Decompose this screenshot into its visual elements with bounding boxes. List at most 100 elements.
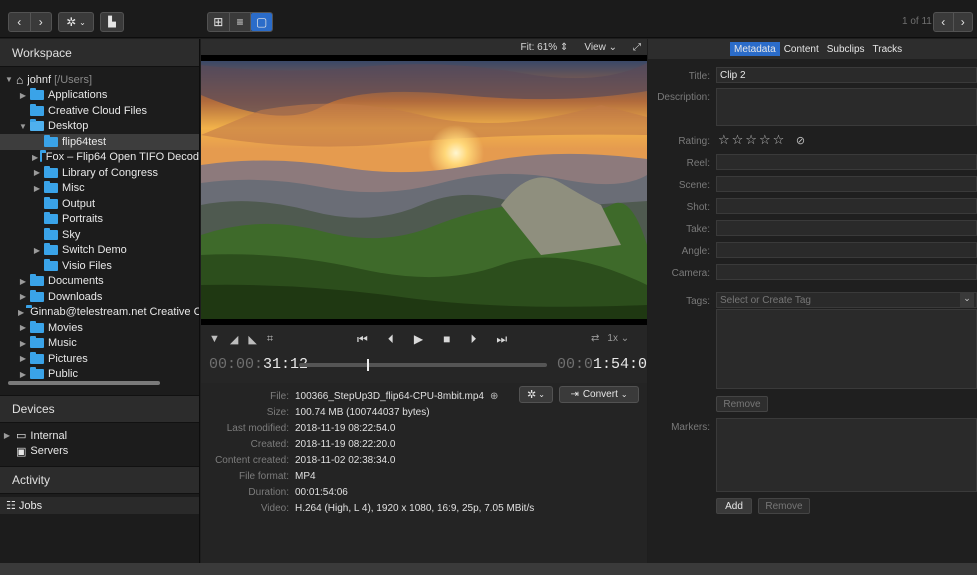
tree-item[interactable]: Creative Cloud Files: [0, 103, 199, 119]
view-menu[interactable]: View ⌄: [584, 42, 617, 53]
tree-item[interactable]: ▶ Music: [0, 336, 199, 352]
folder-icon: [30, 320, 44, 333]
device-internal[interactable]: ▶ ▭ Internal: [0, 428, 199, 444]
info-label: File:: [270, 391, 289, 402]
new-folder-button[interactable]: ▙: [100, 12, 124, 32]
expand-arrow-icon[interactable]: ▼: [4, 75, 14, 84]
angle-field[interactable]: [716, 242, 977, 258]
info-row: Created: 2018-11-19 08:22:20.0: [201, 439, 647, 452]
tree-item[interactable]: ▶ Public: [0, 367, 199, 383]
scene-field[interactable]: [716, 176, 977, 192]
tab-tracks[interactable]: Tracks: [869, 42, 907, 56]
expand-arrow-icon[interactable]: ▶: [18, 370, 28, 379]
convert-button[interactable]: ⇥ Convert ⌄: [559, 386, 639, 403]
expand-arrow-icon[interactable]: ▶: [18, 339, 28, 348]
expand-arrow-icon[interactable]: ▼: [18, 122, 28, 131]
folder-icon: [30, 103, 44, 116]
add-marker-button[interactable]: Add: [716, 498, 752, 514]
expand-arrow-icon[interactable]: ▶: [32, 153, 38, 162]
star-icon[interactable]: ☆☆☆☆☆: [718, 132, 786, 147]
go-to-start-icon[interactable]: ⏮: [357, 332, 368, 347]
remove-marker-button[interactable]: Remove: [758, 498, 810, 514]
tree-item[interactable]: ▶ Applications: [0, 88, 199, 104]
tree-item[interactable]: ▶ Switch Demo: [0, 243, 199, 259]
prev-clip-button[interactable]: ‹: [934, 13, 954, 31]
expand-arrow-icon[interactable]: ▶: [18, 277, 28, 286]
tree-item[interactable]: Sky: [0, 227, 199, 243]
tree-item[interactable]: ▶ Documents: [0, 274, 199, 290]
tree-item[interactable]: Portraits: [0, 212, 199, 228]
back-button[interactable]: ‹: [9, 13, 31, 31]
device-servers[interactable]: ▣ Servers: [0, 444, 199, 460]
shot-field[interactable]: [716, 198, 977, 214]
loop-speed-controls: ⇄ 1x ⌄: [591, 333, 629, 344]
tab-content[interactable]: Content: [780, 42, 823, 56]
folder-icon: [44, 165, 58, 178]
expand-arrow-icon[interactable]: ▶: [18, 354, 28, 363]
action-menu-button[interactable]: ✲ ⌄: [58, 12, 94, 32]
rating-stars[interactable]: ☆☆☆☆☆ ⊘: [718, 132, 807, 148]
tree-item[interactable]: ▶ Fox – Flip64 Open TIFO Decod: [0, 150, 199, 166]
mark-menu-icon[interactable]: ▼: [209, 333, 220, 346]
list-view-button[interactable]: ≡: [230, 13, 252, 31]
tree-item[interactable]: ▼ Desktop: [0, 119, 199, 135]
reel-field[interactable]: [716, 154, 977, 170]
tree-item[interactable]: ▼ ⌂ johnf [/Users]: [0, 72, 199, 88]
tree-item[interactable]: ▶ Pictures: [0, 351, 199, 367]
step-forward-icon[interactable]: ⏵: [470, 332, 476, 347]
video-frame[interactable]: [201, 55, 647, 325]
title-field[interactable]: Clip 2: [716, 67, 977, 83]
camera-field[interactable]: [716, 264, 977, 280]
go-to-end-icon[interactable]: ⏭: [496, 332, 507, 347]
step-back-icon[interactable]: ⏴: [388, 332, 394, 347]
expand-arrow-icon[interactable]: ▶: [32, 246, 42, 255]
tree-item[interactable]: ▶ Downloads: [0, 289, 199, 305]
tags-select[interactable]: Select or Create Tag ⌄: [716, 292, 977, 308]
tree-item-label: Music: [48, 337, 77, 350]
expand-arrow-icon[interactable]: ▶: [18, 308, 24, 317]
grid-view-button[interactable]: ⊞: [208, 13, 230, 31]
tree-item[interactable]: ▶ Library of Congress: [0, 165, 199, 181]
play-icon[interactable]: ▶: [414, 332, 423, 347]
search-icon[interactable]: ⊕: [490, 391, 498, 404]
tree-item[interactable]: Visio Files: [0, 258, 199, 274]
mark-in-icon[interactable]: ◢: [230, 333, 238, 346]
fullscreen-icon[interactable]: ⤢: [633, 42, 641, 53]
forward-button[interactable]: ›: [31, 13, 52, 31]
mark-out-icon[interactable]: ◣: [248, 333, 256, 346]
tab-metadata[interactable]: Metadata: [730, 42, 780, 56]
tree-item[interactable]: ▶ Movies: [0, 320, 199, 336]
expand-arrow-icon[interactable]: ▶: [18, 292, 28, 301]
markers-list[interactable]: [716, 418, 977, 492]
clear-rating-icon[interactable]: ⊘: [796, 135, 807, 147]
single-view-button[interactable]: ▢: [251, 13, 273, 31]
file-actions-button[interactable]: ✲ ⌄: [519, 386, 553, 403]
tree-item[interactable]: ▶ Ginnab@telestream.net Creative C: [0, 305, 199, 321]
loop-icon[interactable]: ⇄: [591, 333, 599, 344]
description-field[interactable]: [716, 88, 977, 126]
expand-arrow-icon[interactable]: ▶: [32, 168, 42, 177]
activity-heading: Activity: [0, 466, 199, 494]
tags-list[interactable]: [716, 309, 977, 389]
jobs-item[interactable]: ☷ Jobs: [0, 497, 199, 514]
tab-subclips[interactable]: Subclips: [823, 42, 869, 56]
playhead[interactable]: [366, 359, 369, 371]
next-clip-button[interactable]: ›: [954, 13, 973, 31]
scrub-bar[interactable]: [299, 359, 547, 371]
tree-scrollbar[interactable]: [8, 381, 160, 385]
expand-arrow-icon[interactable]: ▶: [32, 184, 42, 193]
fit-zoom-select[interactable]: Fit: 61% ⇕: [520, 42, 568, 53]
remove-tag-button[interactable]: Remove: [716, 396, 768, 412]
speed-select[interactable]: 1x ⌄: [607, 333, 629, 344]
tree-item[interactable]: flip64test: [0, 134, 199, 150]
tree-item[interactable]: ▶ Misc: [0, 181, 199, 197]
clip-range-icon[interactable]: ⌗: [267, 333, 273, 346]
stop-icon[interactable]: ■: [443, 332, 450, 347]
take-field[interactable]: [716, 220, 977, 236]
expand-arrow-icon[interactable]: ▶: [18, 91, 28, 100]
tree-item[interactable]: Output: [0, 196, 199, 212]
expand-arrow-icon[interactable]: ▶: [18, 323, 28, 332]
remove-marker-label: Remove: [765, 500, 803, 512]
expand-arrow-icon[interactable]: ▶: [2, 431, 12, 440]
stepper-icon: ⇕: [559, 41, 569, 53]
